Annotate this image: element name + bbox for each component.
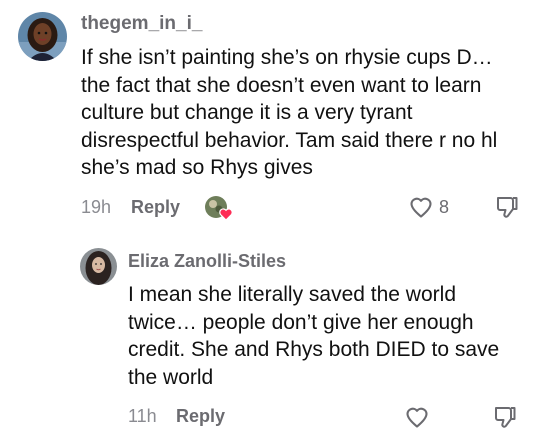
timestamp: 19h xyxy=(81,197,112,217)
creator-liked-badge xyxy=(204,195,234,221)
comment-text: If she isn’t painting she’s on rhysie cu… xyxy=(81,46,498,179)
username[interactable]: Eliza Zanolli-Stiles xyxy=(128,251,286,272)
dislike-icon[interactable] xyxy=(492,404,518,430)
heart-icon[interactable] xyxy=(404,404,430,430)
comment-text: I mean she literally saved the world twi… xyxy=(128,283,500,389)
reply-button[interactable]: Reply xyxy=(131,197,180,218)
comment-1: thegem_in_i_ If she isn’t painting she’s… xyxy=(0,0,540,230)
heart-icon[interactable] xyxy=(408,194,434,220)
username[interactable]: thegem_in_i_ xyxy=(81,13,202,35)
comment-2: Eliza Zanolli-Stiles I mean she literall… xyxy=(0,230,540,439)
avatar[interactable] xyxy=(18,12,67,61)
timestamp: 11h xyxy=(128,406,157,426)
dislike-icon[interactable] xyxy=(494,194,520,220)
like-count: 8 xyxy=(439,197,450,217)
avatar[interactable] xyxy=(80,248,117,285)
reply-button[interactable]: Reply xyxy=(176,406,225,427)
